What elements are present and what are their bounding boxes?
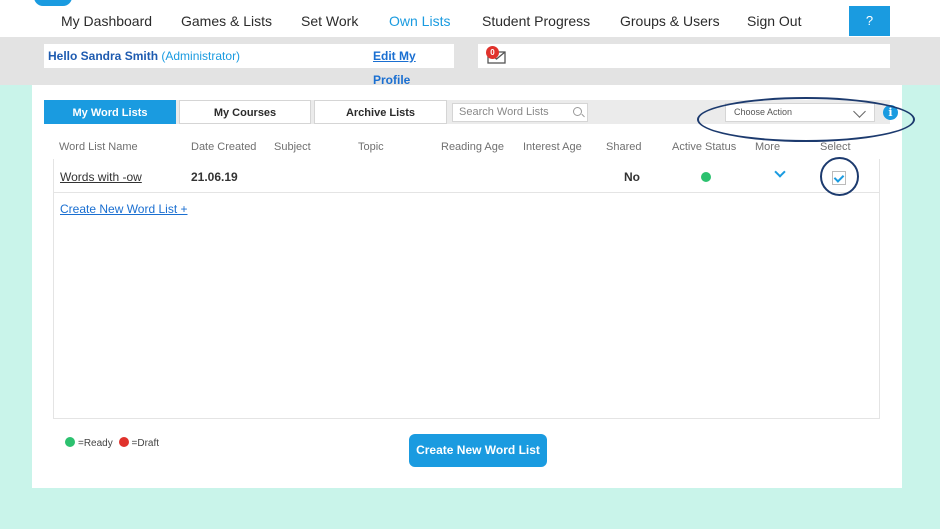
legend-ready: =Ready xyxy=(78,438,113,449)
nav-own-lists[interactable]: Own Lists xyxy=(389,13,450,29)
message-count-badge: 0 xyxy=(486,46,499,59)
nav-sign-out[interactable]: Sign Out xyxy=(747,13,801,29)
shared-value: No xyxy=(624,170,640,184)
col-shared: Shared xyxy=(606,141,642,153)
tab-my-word-lists[interactable]: My Word Lists xyxy=(44,100,176,124)
legend-draft: =Draft xyxy=(131,438,160,449)
search-icon[interactable] xyxy=(573,107,582,116)
envelope-icon[interactable]: 0 xyxy=(482,46,508,66)
table-row: Words with -ow 21.06.19 No xyxy=(53,157,880,196)
greeting-box: Hello Sandra Smith (Administrator) Edit … xyxy=(44,44,454,87)
col-topic: Topic xyxy=(358,141,384,153)
top-nav: My Dashboard Games & Lists Set Work Own … xyxy=(0,0,940,37)
col-more: More xyxy=(755,141,781,153)
nav-set-work[interactable]: Set Work xyxy=(301,13,358,29)
more-chevron-icon[interactable] xyxy=(774,166,786,178)
status-legend: =Ready =Draft xyxy=(65,437,159,449)
col-date-created: Date Created xyxy=(191,141,257,153)
col-select: Select xyxy=(820,141,851,153)
col-word-list-name: Word List Name xyxy=(59,141,138,153)
nav-games-lists[interactable]: Games & Lists xyxy=(181,13,272,29)
date-created: 21.06.19 xyxy=(191,170,238,184)
greeting-name: Hello Sandra Smith xyxy=(48,49,159,63)
nav-student-progress[interactable]: Student Progress xyxy=(482,13,590,29)
status-ready-dot xyxy=(701,172,711,182)
word-list-table xyxy=(53,159,880,419)
col-subject: Subject xyxy=(274,141,311,153)
nav-my-dashboard[interactable]: My Dashboard xyxy=(61,13,152,29)
search-placeholder: Search Word Lists xyxy=(459,106,549,118)
create-new-word-list-button[interactable]: Create New Word List xyxy=(409,434,547,467)
annotation-ellipse xyxy=(697,97,915,142)
tabs-bar: My Word Lists My Courses Archive Lists S… xyxy=(44,97,915,142)
create-new-word-list-link[interactable]: Create New Word List + xyxy=(60,202,188,216)
logo-tab[interactable] xyxy=(34,0,72,6)
tab-my-courses[interactable]: My Courses xyxy=(179,100,311,124)
ready-dot-icon xyxy=(65,437,75,447)
col-interest-age: Interest Age xyxy=(523,141,582,153)
nav-groups-users[interactable]: Groups & Users xyxy=(620,13,720,29)
messages-box: 0 xyxy=(478,44,890,68)
user-role: (Administrator) xyxy=(161,49,241,63)
word-lists-panel: My Word Lists My Courses Archive Lists S… xyxy=(32,85,915,488)
user-bar: Hello Sandra Smith (Administrator) Edit … xyxy=(0,37,940,87)
help-button[interactable]: ? xyxy=(849,6,890,36)
word-list-name-link[interactable]: Words with -ow xyxy=(60,170,142,184)
col-reading-age: Reading Age xyxy=(441,141,504,153)
col-active-status: Active Status xyxy=(672,141,737,153)
draft-dot-icon xyxy=(118,437,129,447)
annotation-circle xyxy=(820,157,859,196)
tab-archive-lists[interactable]: Archive Lists xyxy=(314,100,447,124)
search-input[interactable]: Search Word Lists xyxy=(452,103,588,122)
